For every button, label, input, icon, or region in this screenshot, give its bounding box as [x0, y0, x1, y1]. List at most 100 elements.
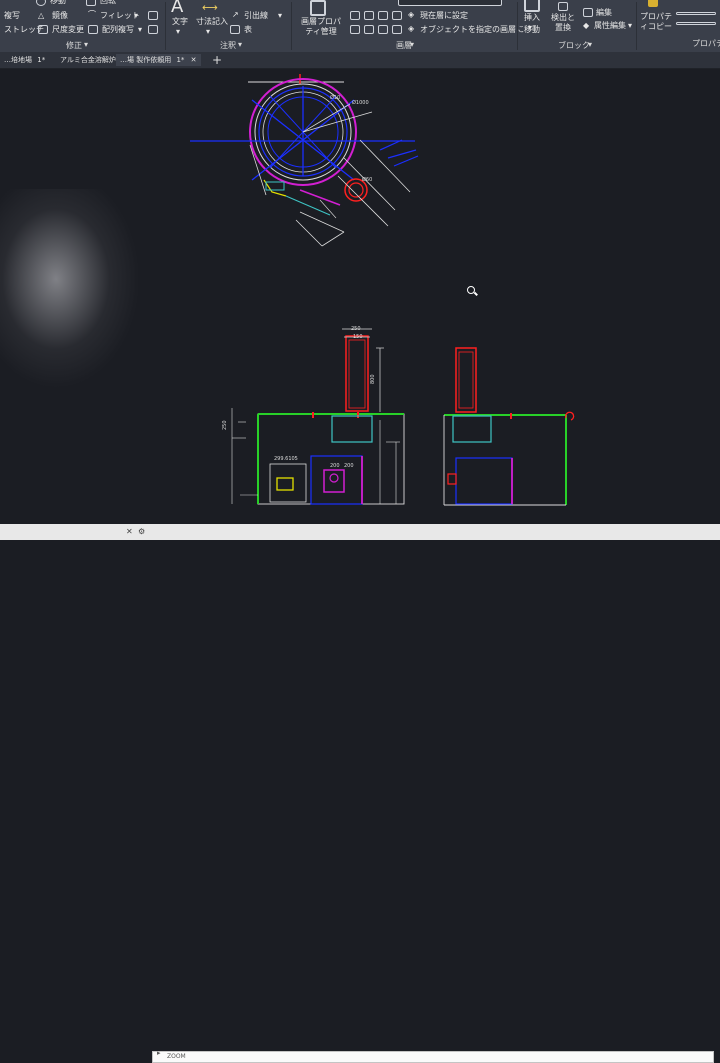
dim-label: 800	[370, 374, 376, 384]
insert-button[interactable]: 挿入	[524, 13, 540, 23]
command-prompt-text: ZOOM	[167, 1053, 186, 1060]
block-edit-icon[interactable]	[583, 8, 593, 17]
layer-dropdown[interactable]	[398, 0, 502, 6]
scale-button[interactable]: 尺度変更	[52, 25, 84, 35]
move-icon[interactable]	[36, 0, 46, 6]
file-tab-modified: 1*	[176, 56, 185, 64]
text-dropdown-icon[interactable]: ▾	[176, 27, 180, 37]
attribute-edit-icon[interactable]: ◆	[583, 21, 589, 31]
zoom-cursor-icon	[467, 286, 475, 294]
explode-icon[interactable]	[148, 11, 158, 20]
command-dropdown-icon[interactable]: ▸	[157, 1049, 161, 1057]
dim-label: 250	[222, 420, 228, 430]
text-button[interactable]: 文字	[172, 17, 188, 27]
table-button[interactable]: 表	[244, 25, 252, 35]
find-replace-icon[interactable]	[558, 2, 568, 11]
offset-icon[interactable]	[148, 25, 158, 34]
match-properties-icon[interactable]	[648, 0, 658, 7]
copy-button[interactable]: 複写	[4, 11, 20, 21]
dim-label: 200	[330, 463, 340, 469]
insert-icon[interactable]	[524, 0, 540, 12]
properties-list-icon[interactable]	[676, 12, 716, 15]
block-edit-button[interactable]: 編集	[596, 8, 612, 18]
block-panel-title[interactable]: ブロック	[558, 40, 590, 51]
fillet-dropdown-icon[interactable]: ▾	[134, 11, 138, 21]
dim-label: 150	[353, 334, 363, 340]
mirror-button[interactable]: 鏡像	[52, 11, 68, 21]
dim-label: 200	[344, 463, 354, 469]
layer-off-icon[interactable]	[378, 11, 388, 20]
dimension-icon[interactable]: ⟷	[202, 2, 218, 13]
modify-panel-dropdown-icon[interactable]: ▾	[84, 40, 88, 49]
make-current-button[interactable]: 現在層に設定	[420, 11, 468, 21]
annotation-panel-dropdown-icon[interactable]: ▾	[238, 40, 242, 49]
move-button[interactable]: 移動	[50, 0, 66, 6]
leader-dropdown-icon[interactable]: ▾	[278, 11, 282, 21]
attribute-edit-button[interactable]: 属性編集	[594, 21, 626, 31]
insert-dropdown-icon[interactable]: ▾	[528, 23, 532, 33]
dimension-dropdown-icon[interactable]: ▾	[206, 27, 210, 37]
new-tab-icon[interactable]: +	[208, 54, 226, 66]
file-tab[interactable]: アルミ合金溶解炉	[56, 54, 120, 66]
panel-separator	[291, 2, 292, 50]
layer-match-icon[interactable]	[364, 25, 374, 34]
file-tab-modified: 1*	[37, 56, 46, 64]
dim-label: Ø1000	[352, 99, 369, 106]
find-replace-button[interactable]: 検出と置換	[550, 13, 576, 33]
mirror-icon[interactable]: △	[38, 11, 44, 21]
dimension-button[interactable]: 寸法記入	[196, 17, 228, 27]
dim-label: 250	[351, 326, 361, 332]
table-icon[interactable]	[230, 25, 240, 34]
properties-panel-title[interactable]: プロパティ	[692, 38, 720, 49]
file-tab-bar: …培地場 1* アルミ合金溶解炉 …場 製作依頼用 1* ✕ +	[0, 52, 720, 69]
array-dropdown-icon[interactable]: ▾	[138, 25, 142, 35]
front-view: 250 150 800 200 200 299.6105 250	[222, 326, 405, 505]
file-tab[interactable]: …培地場 1*	[0, 54, 49, 66]
command-line-bar: ✕ ⚙ ▸ ZOOM	[0, 524, 720, 1063]
dim-label: Ø10	[330, 94, 340, 101]
leader-button[interactable]: 引出線	[244, 11, 268, 21]
leader-icon[interactable]: ↗	[232, 10, 239, 20]
modify-panel-title[interactable]: 修正	[66, 40, 82, 51]
layer-unisolate-icon[interactable]	[392, 25, 402, 34]
block-panel-dropdown-icon[interactable]: ▾	[588, 40, 592, 49]
dim-label: 299.6105	[274, 456, 298, 462]
file-tab-label: …場 製作依頼用	[120, 56, 172, 64]
ribbon: 移動 回転 複写 △ 鏡像 ⌒ フィレット ▾ ストレッチ 尺度変更 配列複写 …	[0, 0, 720, 53]
panel-separator	[517, 2, 518, 50]
scale-icon[interactable]	[38, 25, 48, 34]
file-tab-label: …培地場	[4, 56, 32, 64]
panel-separator	[636, 2, 637, 50]
attribute-edit-dropdown-icon[interactable]: ▾	[628, 21, 632, 31]
close-command-line-icon[interactable]: ✕	[126, 524, 133, 540]
match-properties-button[interactable]: プロパティコピー	[640, 12, 672, 32]
command-input[interactable]: ▸ ZOOM	[152, 1049, 714, 1063]
make-current-icon[interactable]: ◈	[408, 10, 414, 20]
drawing-canvas[interactable]: Ø10 Ø1000 Ø60 250 150 800 200 200 299.61…	[0, 69, 720, 524]
layer-lock-icon[interactable]	[364, 11, 374, 20]
rotate-button[interactable]: 回転	[100, 0, 116, 6]
top-view: Ø10 Ø1000 Ø60	[190, 74, 419, 247]
text-icon[interactable]: A	[171, 0, 183, 17]
layer-previous-icon[interactable]	[378, 25, 388, 34]
panel-separator	[165, 2, 166, 50]
layer-freeze-icon[interactable]	[350, 11, 360, 20]
layer-properties-button[interactable]: 画層プロパティ管理	[298, 17, 344, 37]
properties-list-icon[interactable]	[676, 22, 716, 25]
move-to-layer-button[interactable]: オブジェクトを指定の画層に移動	[420, 25, 540, 35]
array-button[interactable]: 配列複写	[102, 25, 134, 35]
layer-walk-icon[interactable]	[350, 25, 360, 34]
rotate-icon[interactable]	[86, 0, 96, 6]
layer-iso-icon[interactable]	[392, 11, 402, 20]
customize-icon[interactable]: ⚙	[138, 524, 145, 540]
layer-properties-icon[interactable]	[310, 0, 326, 16]
array-icon[interactable]	[88, 25, 98, 34]
fillet-icon[interactable]: ⌒	[88, 10, 96, 20]
move-to-layer-icon[interactable]: ◈	[408, 24, 414, 34]
cad-drawing[interactable]: Ø10 Ø1000 Ø60 250 150 800 200 200 299.61…	[0, 69, 720, 524]
side-view	[443, 347, 575, 506]
layers-panel-dropdown-icon[interactable]: ▾	[410, 40, 414, 49]
file-tab-active[interactable]: …場 製作依頼用 1* ✕	[116, 54, 201, 66]
annotation-panel-title[interactable]: 注釈	[220, 40, 236, 51]
close-tab-icon[interactable]: ✕	[191, 56, 197, 64]
